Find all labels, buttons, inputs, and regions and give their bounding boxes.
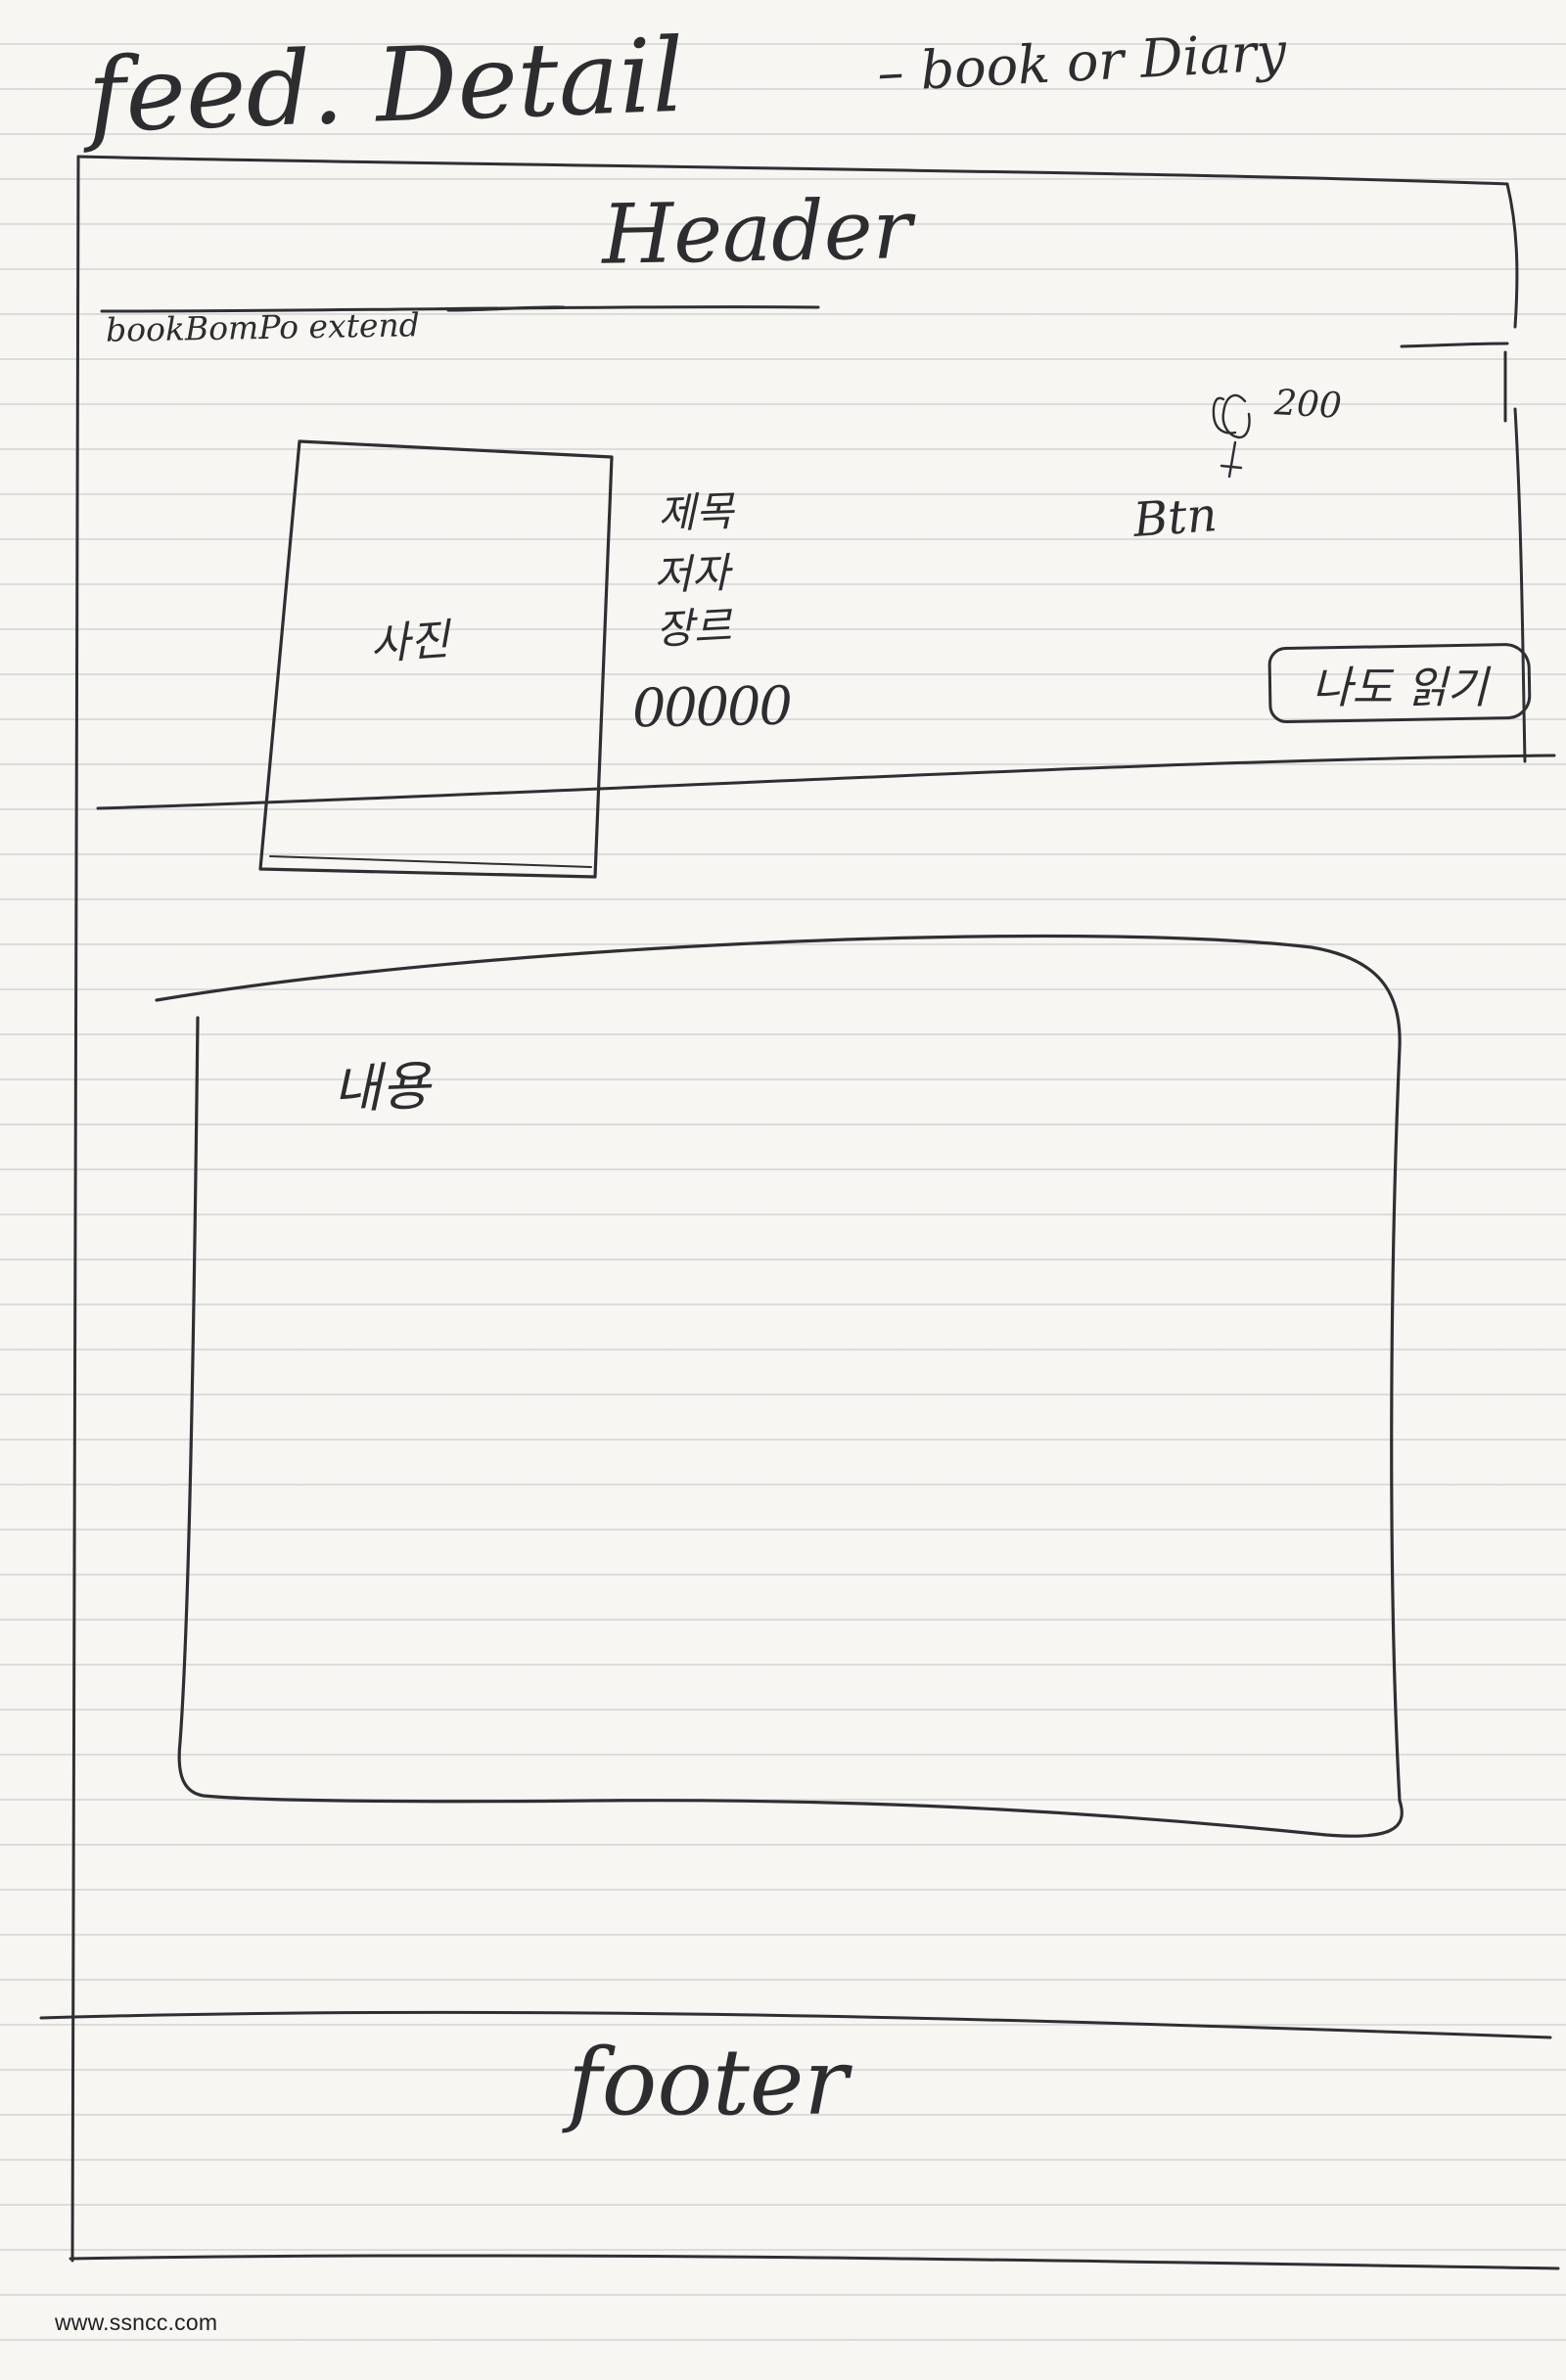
book-title-field: 제목: [657, 486, 735, 538]
like-button-label[interactable]: Btn: [1131, 487, 1219, 548]
like-count: 200: [1273, 383, 1343, 427]
watermark: www.ssncc.com: [55, 2310, 218, 2335]
footer-label: footer: [568, 2030, 849, 2136]
book-image-placeholder-label: 사진: [368, 615, 451, 670]
read-too-button-label: 나도 읽기: [1312, 661, 1488, 713]
book-author-field: 저자: [653, 548, 731, 600]
header-label: Header: [601, 181, 913, 283]
notebook-page: feed. Detail – book or Diary Header book…: [0, 0, 1566, 2380]
component-label: bookBomPo extend: [105, 305, 421, 349]
wireframe-lines: [39, 155, 1560, 2270]
page-title: feed. Detail: [85, 15, 687, 156]
book-genre-field: 장르: [654, 602, 733, 654]
rating-circles: 00000: [631, 674, 792, 740]
page-subtitle: – book or Diary: [875, 21, 1288, 104]
content-label: 내용: [331, 1055, 432, 1121]
read-too-button[interactable]: 나도 읽기: [1267, 642, 1532, 724]
